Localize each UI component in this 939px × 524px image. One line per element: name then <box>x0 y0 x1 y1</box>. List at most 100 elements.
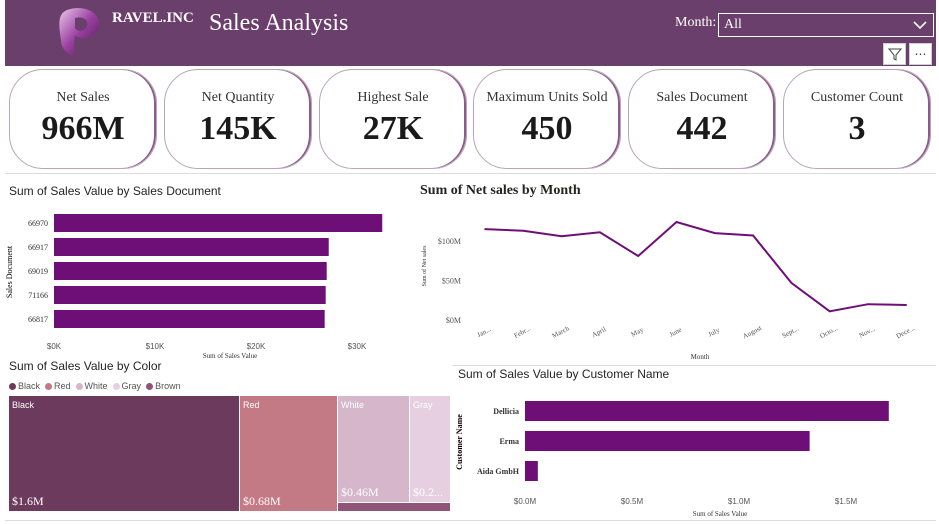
treemap-tile-gray[interactable]: Gray $0.2... <box>410 396 450 502</box>
filter-icon <box>887 48 902 61</box>
legend-dot <box>45 382 53 390</box>
bar <box>525 401 889 421</box>
kpi-value: 27K <box>362 110 424 147</box>
x-tick-label: Jan... <box>476 325 493 339</box>
legend-item-black[interactable]: Black <box>9 381 40 391</box>
legend-dot <box>146 382 154 390</box>
kpi-label: Customer Count <box>810 90 904 105</box>
legend-label: Gray <box>121 381 142 391</box>
more-options-icon: ⋯ <box>914 47 927 61</box>
y-tick-label: $0M <box>446 316 461 325</box>
net-sales-line-chart[interactable]: Sum of Net sales $0M $50M $100M Jan... Febr..… <box>415 200 935 362</box>
color-legend: Black Red White Gray Brown <box>9 381 181 391</box>
chart-title-color: Sum of Sales Value by Color <box>9 359 162 373</box>
data-point <box>867 303 869 305</box>
data-point <box>560 235 563 238</box>
kpi-card-net-quantity: Net Quantity 145K <box>164 69 312 169</box>
kpi-value: 442 <box>676 110 728 147</box>
month-dropdown-value: All <box>724 17 742 32</box>
bar <box>54 238 329 256</box>
tile-name: Gray <box>413 400 433 410</box>
more-options-button[interactable]: ⋯ <box>909 43 932 65</box>
x-tick-label: Octo... <box>819 324 840 340</box>
bar <box>54 310 325 328</box>
category-label: 66970 <box>28 219 48 228</box>
bar <box>54 262 327 280</box>
data-point <box>752 234 754 237</box>
data-point <box>828 310 831 313</box>
divider <box>5 520 936 521</box>
bar <box>54 214 383 232</box>
data-point <box>637 255 639 257</box>
kpi-label: Net Sales <box>56 90 110 105</box>
x-tick-label: March <box>551 324 571 340</box>
data-point <box>599 231 601 234</box>
month-dropdown[interactable]: All <box>718 13 934 37</box>
legend-dot <box>112 382 120 390</box>
data-point <box>905 304 908 306</box>
data-point <box>790 282 793 284</box>
legend-item-white[interactable]: White <box>75 381 108 391</box>
legend-label: Red <box>54 381 71 391</box>
x-tick-label: July <box>707 326 722 339</box>
treemap-tile-brown[interactable] <box>338 503 450 511</box>
color-treemap: Black $1.6M Red $0.68M White $0.46M Gray… <box>9 396 450 511</box>
ravel-logo-icon <box>59 7 100 56</box>
category-label: Aida GmbH <box>477 467 520 476</box>
x-tick-label: June <box>668 326 683 339</box>
kpi-value: 145K <box>199 110 277 147</box>
customer-bar-chart[interactable]: Customer Name Dellicia Erma Aida GmbH $0.0M $… <box>452 385 936 521</box>
legend-dot <box>9 382 16 390</box>
treemap-tile-black[interactable]: Black $1.6M <box>9 396 239 511</box>
sales-document-bar-chart[interactable]: Sales Document 66970 66917 69019 71166 66817 $… <box>0 200 410 358</box>
data-point <box>522 229 525 232</box>
bar <box>525 461 538 481</box>
tile-name: Red <box>243 400 260 410</box>
brand-name: RAVEL.INC <box>112 10 194 26</box>
treemap-tile-red[interactable]: Red $0.68M <box>240 396 337 511</box>
legend-item-gray[interactable]: Gray <box>112 381 142 391</box>
y-tick-label: $100M <box>438 237 461 246</box>
filter-button[interactable] <box>883 43 906 65</box>
category-label: 66817 <box>28 315 48 324</box>
legend-label: White <box>84 381 108 391</box>
month-filter-label: Month: <box>675 15 717 30</box>
treemap-tile-white[interactable]: White $0.46M <box>338 396 409 502</box>
category-label: 71166 <box>28 291 48 300</box>
tile-name: White <box>341 400 365 410</box>
report-page: RAVEL.INC Sales Analysis Month: All ⋯ Ne… <box>0 0 939 524</box>
page-title: Sales Analysis <box>209 10 349 36</box>
data-point <box>675 221 678 223</box>
kpi-label: Maximum Units Sold <box>486 90 608 105</box>
tile-value: $0.2... <box>413 485 443 499</box>
divider <box>5 173 936 174</box>
chart-title-net-sales-month: Sum of Net sales by Month <box>420 183 581 198</box>
bar <box>525 431 810 451</box>
divider <box>452 365 936 366</box>
kpi-cards: Net Sales 966M Net Quantity 145K Highest… <box>9 69 933 171</box>
kpi-card-net-sales: Net Sales 966M <box>9 69 157 169</box>
chevron-down-icon <box>913 21 927 30</box>
legend-item-red[interactable]: Red <box>45 381 71 391</box>
legend-item-brown[interactable]: Brown <box>146 381 181 391</box>
chart-title-sales-document: Sum of Sales Value by Sales Document <box>9 184 221 198</box>
category-label: 69019 <box>28 267 48 276</box>
x-tick-label: $1.5M <box>835 497 858 506</box>
legend-label: Brown <box>155 381 181 391</box>
x-tick-label: $0.5M <box>621 497 644 506</box>
legend-label: Black <box>18 381 41 391</box>
category-label: 66917 <box>28 243 48 252</box>
category-label: Dellicia <box>493 407 519 416</box>
tile-value: $0.46M <box>341 485 379 499</box>
kpi-label: Sales Document <box>656 90 748 105</box>
data-point <box>484 228 486 230</box>
x-axis-label: Sum of Sales Value <box>693 510 748 518</box>
x-tick-label: $0K <box>47 342 62 351</box>
tile-name: Black <box>12 400 35 410</box>
header-bar: RAVEL.INC Sales Analysis Month: All ⋯ <box>5 0 936 66</box>
tile-value: $0.68M <box>243 494 281 508</box>
x-tick-label: $30K <box>348 342 367 351</box>
x-tick-label: April <box>591 325 608 339</box>
kpi-value: 450 <box>521 110 573 147</box>
net-sales-line <box>484 220 907 313</box>
